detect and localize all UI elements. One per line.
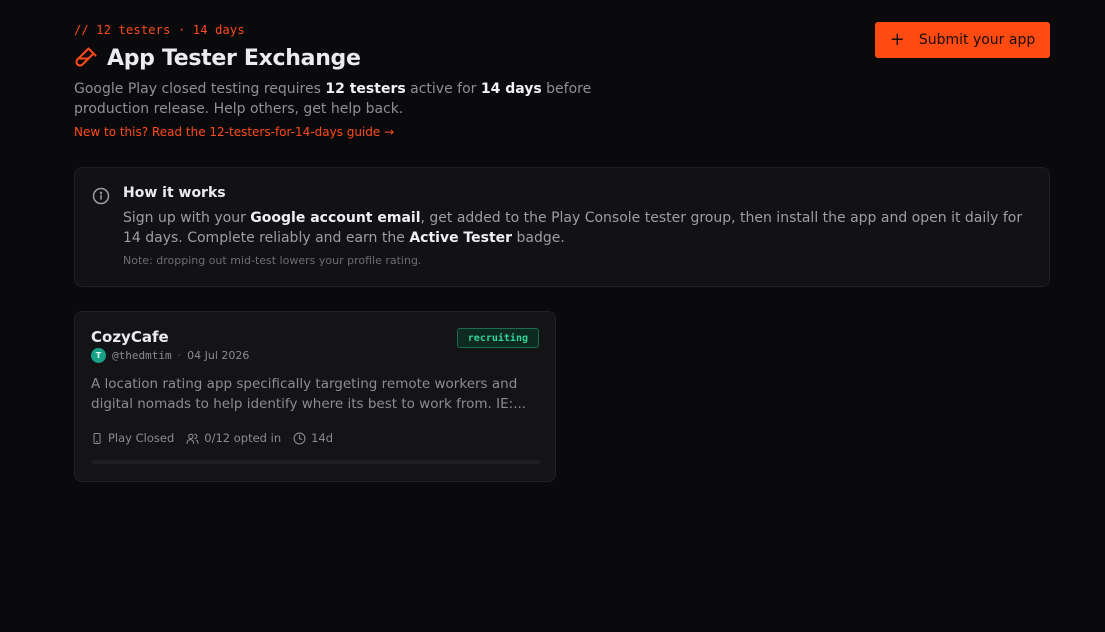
page-header: // 12 testers · 14 days App Tester Excha… (74, 22, 674, 140)
eyebrow-text: // 12 testers · 14 days (74, 23, 245, 37)
submit-app-label: Submit your app (918, 32, 1036, 48)
guide-link[interactable]: New to this? Read the 12-testers-for-14-… (74, 125, 394, 139)
meta-separator: · (177, 348, 182, 362)
opted-in-stat: 0/12 opted in (186, 431, 281, 445)
days-count-emphasis: 14 days (480, 81, 542, 97)
author-handle[interactable]: @thedmtim (112, 349, 172, 362)
status-badge: recruiting (456, 328, 539, 348)
app-name[interactable]: CozyCafe (91, 328, 169, 346)
app-card[interactable]: CozyCafe recruiting T @thedmtim · 04 Jul… (74, 311, 556, 482)
page-title: App Tester Exchange (107, 45, 361, 71)
avatar: T (91, 347, 106, 363)
plus-icon: + (889, 29, 905, 50)
app-description: A location rating app specifically targe… (91, 376, 527, 412)
phone-icon (93, 432, 101, 444)
how-it-works-note: Note: dropping out mid-test lowers your … (123, 254, 422, 267)
how-it-works-text: Sign up with your Google account email, … (123, 210, 1023, 246)
clock-icon (293, 432, 306, 444)
platform-stat: Play Closed (91, 431, 174, 445)
users-icon (186, 433, 199, 444)
submit-app-button[interactable]: + Submit your app (875, 22, 1050, 58)
title-row: App Tester Exchange (74, 43, 674, 73)
app-stats: Play Closed 0/12 opted in 14d (91, 430, 345, 446)
page-description: Google Play closed testing requires 12 t… (74, 81, 592, 117)
app-date: 04 Jul 2026 (187, 348, 250, 362)
opt-in-progress-bar (91, 460, 541, 464)
app-tester-exchange-page: // 12 testers · 14 days App Tester Excha… (0, 0, 1105, 632)
how-it-works-content: How it works Sign up with your Google ac… (123, 184, 1023, 267)
how-it-works-title: How it works (123, 185, 226, 201)
duration-stat: 14d (293, 431, 333, 445)
test-tube-icon (74, 46, 98, 70)
testers-count-emphasis: 12 testers (325, 81, 406, 97)
app-meta: T @thedmtim · 04 Jul 2026 (91, 347, 249, 363)
how-it-works-panel: How it works Sign up with your Google ac… (74, 167, 1050, 287)
info-icon (92, 187, 110, 205)
